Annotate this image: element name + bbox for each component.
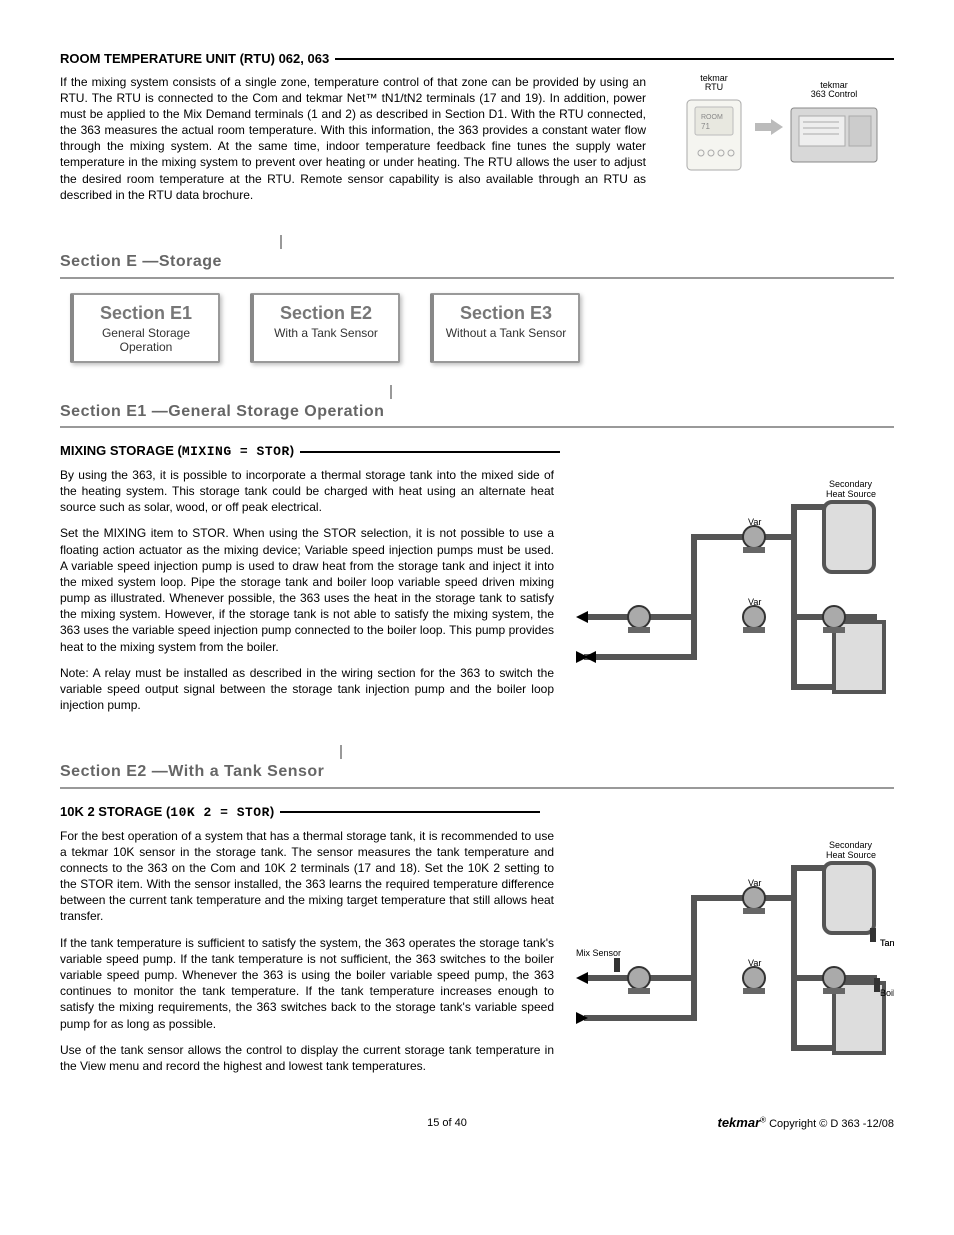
e2-p1: For the best operation of a system that …: [60, 828, 554, 925]
e1-content: By using the 363, it is possible to inco…: [60, 467, 894, 724]
e1-subheading: MIXING STORAGE (MIXING = STOR): [60, 442, 894, 461]
copyright-text: Copyright © D 363 -12/08: [766, 1118, 894, 1130]
rtu-row: If the mixing system consists of a singl…: [60, 74, 894, 214]
card-e1-sub: General Storage Operation: [78, 327, 214, 355]
section-e-cards: Section E1 General Storage Operation Sec…: [70, 293, 894, 363]
rtu-text: If the mixing system consists of a singl…: [60, 74, 646, 214]
e2-label-boiler: Boiler Sensor: [880, 988, 894, 998]
card-e3: Section E3 Without a Tank Sensor: [430, 293, 580, 363]
e1-diagram-icon: Secondary Heat Source Var Var: [574, 467, 894, 707]
e1-subheading-text: MIXING STORAGE (MIXING = STOR): [60, 442, 294, 461]
e2-figure: Secondary Heat Source Var Var Mix Sensor…: [574, 828, 894, 1072]
svg-text:Tank Sensor: Tank Sensor: [880, 938, 894, 948]
card-e3-title: Section E3: [438, 301, 574, 325]
svg-text:Secondary: Secondary: [829, 840, 873, 850]
card-e1-title: Section E1: [78, 301, 214, 325]
rule-line: [335, 58, 894, 60]
section-e2-title: Section E2 —With a Tank Sensor: [60, 759, 894, 789]
card-e2-sub: With a Tank Sensor: [258, 327, 394, 341]
rtu-device-icon: ROOM 71: [679, 95, 749, 175]
e2-p2: If the tank temperature is sufficient to…: [60, 935, 554, 1032]
card-e1: Section E1 General Storage Operation: [70, 293, 220, 363]
svg-text:ROOM: ROOM: [701, 114, 723, 121]
brand-logo: tekmar: [718, 1115, 761, 1130]
card-e2: Section E2 With a Tank Sensor: [250, 293, 400, 363]
svg-text:71: 71: [701, 122, 710, 131]
e2-subheading: 10K 2 STORAGE (10K 2 = STOR): [60, 803, 894, 822]
e2-content: For the best operation of a system that …: [60, 828, 894, 1085]
section-e2-bar: Section E2 —With a Tank Sensor: [60, 745, 894, 789]
section-e1-bar: Section E1 —General Storage Operation: [60, 385, 894, 429]
section-e1-title: Section E1 —General Storage Operation: [60, 399, 894, 429]
e1-figure: Secondary Heat Source Var Var: [574, 467, 894, 711]
svg-text:Heat Source: Heat Source: [826, 850, 876, 860]
card-e3-sub: Without a Tank Sensor: [438, 327, 574, 341]
e2-label-var1: Var: [748, 878, 761, 888]
section-e-bar: Section E —Storage: [60, 235, 894, 279]
page-footer: 15 of 40 tekmar® Copyright © D 363 -12/0…: [60, 1114, 894, 1132]
rule-line: [300, 451, 560, 453]
e1-p3: Note: A relay must be installed as descr…: [60, 665, 554, 714]
page-number: 15 of 40: [260, 1116, 634, 1131]
rtu-figure: tekmar RTU ROOM 71 tekmar 363 Control: [664, 74, 894, 180]
e1-label-secondary: Secondary: [829, 479, 873, 489]
e2-p3: Use of the tank sensor allows the contro…: [60, 1042, 554, 1074]
e2-diagram-icon: Secondary Heat Source Var Var Mix Sensor…: [574, 828, 894, 1068]
e2-subheading-text: 10K 2 STORAGE (10K 2 = STOR): [60, 803, 274, 822]
e1-label-var1: Var: [748, 517, 761, 527]
rtu-paragraph: If the mixing system consists of a singl…: [60, 74, 646, 204]
rtu-heading: ROOM TEMPERATURE UNIT (RTU) 062, 063: [60, 50, 894, 68]
arrow-right-icon: [755, 117, 783, 137]
rtu-fig-left-label: tekmar RTU: [679, 74, 749, 94]
rtu-fig-right-label: tekmar 363 Control: [789, 81, 879, 101]
rtu-heading-text: ROOM TEMPERATURE UNIT (RTU) 062, 063: [60, 50, 329, 68]
e2-label-var2: Var: [748, 958, 761, 968]
e1-label-var2: Var: [748, 597, 761, 607]
svg-text:Heat Source: Heat Source: [826, 489, 876, 499]
e2-label-mix: Mix Sensor: [576, 948, 621, 958]
control-363-icon: [789, 102, 879, 168]
e1-p1: By using the 363, it is possible to inco…: [60, 467, 554, 516]
rule-line: [280, 811, 540, 813]
footer-right: tekmar® Copyright © D 363 -12/08: [634, 1114, 894, 1132]
section-e-title: Section E —Storage: [60, 249, 894, 279]
e1-p2: Set the MIXING item to STOR. When using …: [60, 525, 554, 655]
card-e2-title: Section E2: [258, 301, 394, 325]
